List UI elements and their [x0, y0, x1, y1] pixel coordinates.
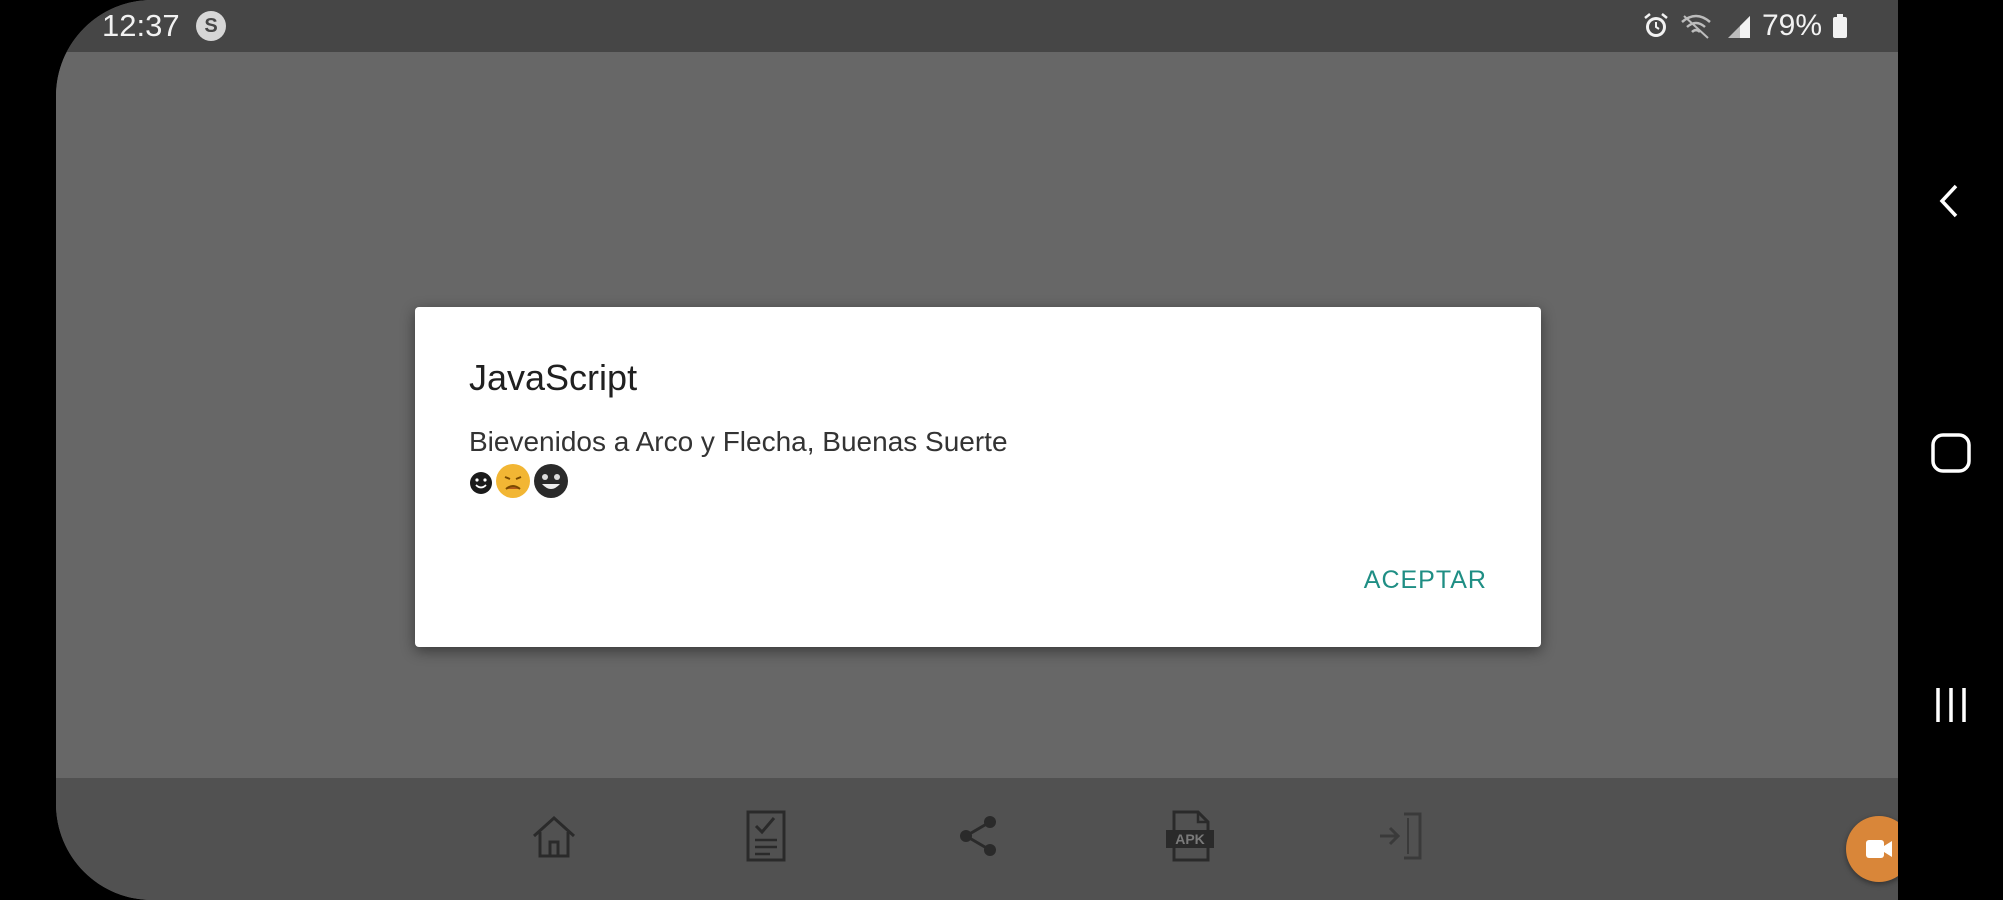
status-time: 12:37 [102, 8, 180, 43]
nav-recents-button[interactable] [1928, 682, 1974, 728]
alert-dialog: JavaScript Bievenidos a Arco y Flecha, B… [415, 307, 1541, 647]
nav-home-button[interactable] [1928, 430, 1974, 476]
tired-face-icon [495, 463, 531, 509]
battery-percent: 79% [1761, 9, 1822, 42]
home-icon [526, 808, 582, 864]
tab-home[interactable] [526, 808, 582, 864]
status-icons: 79% [1642, 8, 1848, 44]
bottom-navigation: APK [56, 778, 1898, 900]
tab-exit[interactable] [1374, 808, 1430, 864]
tab-apk[interactable]: APK [1162, 808, 1218, 864]
smiley-face-icon [469, 467, 493, 505]
wifi-calling-icon [1680, 12, 1716, 40]
alarm-icon [1642, 12, 1670, 40]
dialog-title: JavaScript [469, 357, 638, 398]
screen-record-button[interactable] [1846, 816, 1898, 882]
tab-tasks[interactable] [738, 808, 794, 864]
svg-text:APK: APK [1175, 831, 1205, 847]
accept-button[interactable]: ACEPTAR [1362, 560, 1489, 601]
signal-icon [1726, 12, 1752, 40]
nav-back-button[interactable] [1928, 178, 1974, 224]
tab-share[interactable] [950, 808, 1006, 864]
rounded-square-icon [1928, 430, 1974, 476]
recents-icon [1928, 682, 1974, 728]
video-camera-icon [1846, 840, 1898, 886]
status-bar: 12:37 S 79% [56, 0, 1898, 52]
dialog-message: Bievenidos a Arco y Flecha, Buenas Suert… [469, 426, 1008, 457]
system-navigation-bar [1898, 0, 2003, 900]
grinning-face-icon [533, 463, 569, 509]
clipboard-check-icon [738, 808, 794, 864]
app-screen: 12:37 S 79% JavaScript Bievenidos a Arco… [56, 0, 1898, 900]
share-icon [950, 808, 1006, 864]
exit-door-icon [1374, 808, 1430, 864]
battery-icon [1832, 12, 1848, 40]
apk-file-icon: APK [1162, 808, 1218, 864]
notification-s-icon: S [196, 11, 226, 41]
chevron-left-icon [1928, 178, 1974, 224]
content-area: JavaScript Bievenidos a Arco y Flecha, B… [56, 52, 1898, 778]
dialog-emojis [469, 463, 569, 509]
